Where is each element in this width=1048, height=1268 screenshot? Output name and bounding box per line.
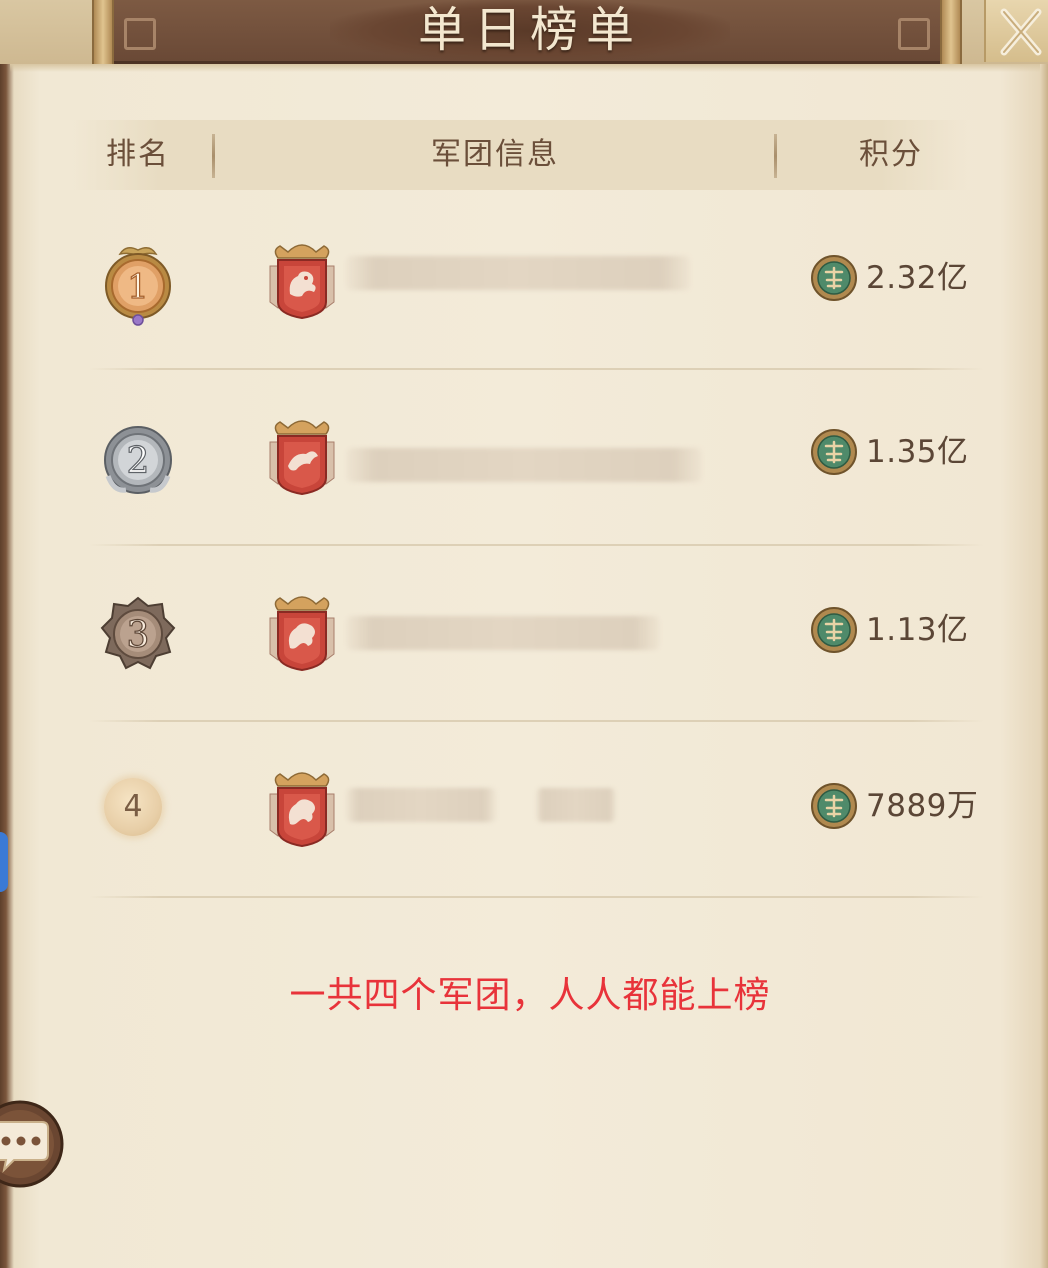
left-pillar-decoration bbox=[92, 0, 114, 66]
side-tab[interactable] bbox=[0, 832, 8, 892]
header-separator bbox=[212, 134, 215, 178]
legion-emblem-icon bbox=[269, 420, 335, 496]
rank-number: 4 bbox=[104, 778, 162, 836]
svg-text:2: 2 bbox=[127, 441, 150, 482]
header-separator bbox=[774, 134, 777, 178]
page-title: 单日榜单 bbox=[417, 2, 642, 58]
legion-emblem-icon bbox=[269, 244, 335, 320]
right-pillar-decoration bbox=[940, 0, 962, 66]
row-divider bbox=[88, 896, 984, 898]
table-row[interactable]: 1 2.32亿 bbox=[0, 194, 1048, 370]
table-row[interactable]: 2 1.35亿 bbox=[0, 370, 1048, 546]
header-legion-info: 军团信息 bbox=[431, 137, 559, 172]
legion-score: 1.13亿 bbox=[866, 612, 969, 648]
score-coin-icon bbox=[811, 607, 857, 653]
annotation-note: 一共四个军团，人人都能上榜 bbox=[289, 975, 771, 1016]
chat-button[interactable] bbox=[0, 1098, 66, 1192]
close-icon bbox=[1000, 8, 1042, 56]
legion-emblem-icon bbox=[269, 596, 335, 672]
legion-name-redacted bbox=[346, 448, 702, 482]
top-band: 单日榜单 bbox=[0, 0, 1048, 70]
svg-text:1: 1 bbox=[127, 267, 149, 307]
score-coin-icon bbox=[811, 255, 857, 301]
legion-score: 1.35亿 bbox=[866, 434, 969, 470]
legion-name-redacted bbox=[536, 788, 616, 822]
legion-score: 7889万 bbox=[866, 788, 979, 824]
legion-name-redacted bbox=[346, 616, 660, 650]
table-row[interactable]: 4 7889万 bbox=[0, 722, 1048, 898]
panel-top-edge bbox=[10, 64, 1040, 72]
header-score: 积分 bbox=[859, 137, 923, 172]
score-coin-icon bbox=[811, 783, 857, 829]
legion-emblem-icon bbox=[269, 772, 335, 848]
score-coin-icon bbox=[811, 429, 857, 475]
svg-text:3: 3 bbox=[127, 615, 150, 656]
rank-medal-bronze-icon: 3 bbox=[100, 596, 176, 670]
legion-name-redacted bbox=[346, 256, 690, 290]
table-row[interactable]: 3 1.13亿 bbox=[0, 546, 1048, 722]
rank-medal-gold-icon: 1 bbox=[105, 247, 171, 326]
legion-name-redacted bbox=[346, 788, 496, 822]
close-button[interactable] bbox=[984, 0, 1048, 62]
header-rank: 排名 bbox=[106, 137, 170, 172]
legion-score: 2.32亿 bbox=[866, 260, 969, 296]
rank-medal-silver-icon: 2 bbox=[104, 426, 172, 494]
